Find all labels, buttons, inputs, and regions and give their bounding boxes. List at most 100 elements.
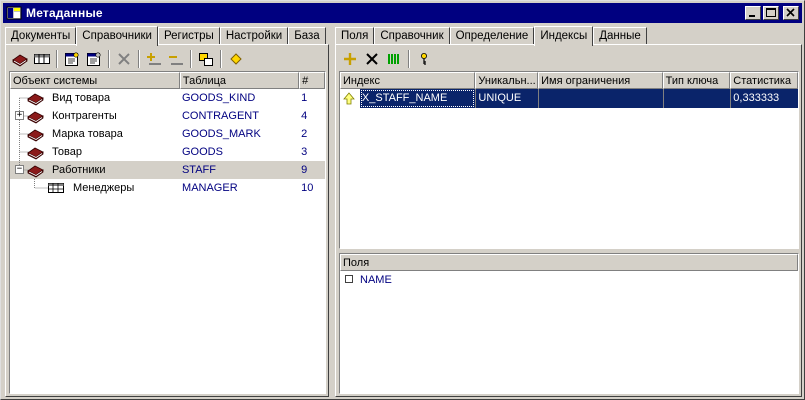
table-name-cell[interactable]: GOODS_MARK	[180, 125, 299, 143]
table-name-cell[interactable]: MANAGER	[180, 179, 299, 197]
objects-tree: Вид товара GOODS_KIND 1 + Контрагенты CONTRAG…	[10, 89, 325, 197]
object-name-cell[interactable]: − Работники	[10, 161, 180, 179]
index-row[interactable]: X_STAFF_NAME UNIQUE 0,333333	[340, 89, 798, 108]
table-name-cell[interactable]: CONTRAGENT	[180, 107, 299, 125]
col-unique[interactable]: Уникальн...	[475, 72, 539, 89]
index-key-type-cell[interactable]	[662, 89, 731, 108]
tab-settings[interactable]: Настройки	[219, 27, 289, 45]
number-cell[interactable]: 3	[299, 143, 325, 161]
key-icon[interactable]	[413, 48, 435, 70]
tab-database[interactable]: База	[288, 27, 326, 45]
columns-icon[interactable]	[383, 48, 405, 70]
object-name-cell[interactable]: Менеджеры	[10, 179, 180, 197]
toolbar-separator	[190, 50, 192, 68]
tab-data[interactable]: Данные	[593, 27, 647, 45]
tab-indexes[interactable]: Индексы	[534, 26, 594, 46]
col-number[interactable]: #	[299, 72, 325, 89]
field-row[interactable]: NAME	[340, 271, 798, 289]
objects-grid-header: Объект системы Таблица #	[10, 72, 325, 89]
number-cell[interactable]: 1	[299, 89, 325, 107]
delete-icon[interactable]	[113, 48, 135, 70]
table-icon[interactable]	[31, 48, 53, 70]
tab-documents[interactable]: Документы	[5, 27, 77, 45]
number-cell[interactable]: 4	[299, 107, 325, 125]
collapse-icon[interactable]: −	[15, 165, 24, 174]
book-icon	[26, 108, 48, 124]
remove-field-icon[interactable]	[165, 48, 187, 70]
indexes-grid-header: Индекс Уникальн... Имя ограничения Тип к…	[340, 72, 798, 89]
left-tab-strip: Документы Справочники Регистры Настройки…	[5, 25, 326, 46]
object-name-cell[interactable]: Вид товара	[10, 89, 180, 107]
object-name-cell[interactable]: Марка товара	[10, 125, 180, 143]
field-marker-icon	[340, 271, 358, 289]
table-name-cell[interactable]: GOODS_KIND	[180, 89, 299, 107]
tab-definition[interactable]: Определение	[449, 27, 535, 45]
col-system-object[interactable]: Объект системы	[10, 72, 180, 89]
col-constraint-name[interactable]: Имя ограничения	[538, 72, 663, 89]
tree-row[interactable]: Марка товара GOODS_MARK 2	[10, 125, 325, 143]
row-indicator	[340, 89, 360, 108]
col-key-type[interactable]: Тип ключа	[662, 72, 731, 89]
object-name-label: Вид товара	[52, 92, 111, 104]
index-stats-cell[interactable]: 0,333333	[730, 89, 798, 108]
delete-icon[interactable]	[361, 48, 383, 70]
right-panel: Индекс Уникальн... Имя ограничения Тип к…	[335, 44, 802, 397]
tree-row[interactable]: Вид товара GOODS_KIND 1	[10, 89, 325, 107]
col-statistics[interactable]: Статистика	[730, 72, 798, 89]
arrow-up-icon	[343, 92, 355, 105]
object-name-label: Менеджеры	[73, 182, 135, 194]
maximize-icon	[766, 8, 776, 17]
number-cell[interactable]: 2	[299, 125, 325, 143]
col-table[interactable]: Таблица	[179, 72, 300, 89]
table-icon	[47, 180, 69, 196]
table-name-cell[interactable]: GOODS	[180, 143, 299, 161]
index-constraint-cell[interactable]	[538, 89, 663, 108]
tree-row[interactable]: Товар GOODS 3	[10, 143, 325, 161]
fields-grid: Поля NAME	[339, 253, 799, 394]
object-name-cell[interactable]: + Контрагенты	[10, 107, 180, 125]
number-cell[interactable]: 10	[299, 179, 325, 197]
book-icon	[26, 144, 48, 160]
table-name-cell[interactable]: STAFF	[180, 161, 299, 179]
properties-icon[interactable]	[61, 48, 83, 70]
object-name-label: Марка товара	[52, 128, 123, 140]
toolbar-separator	[108, 50, 110, 68]
toolbar-separator	[138, 50, 140, 68]
minimize-button[interactable]	[745, 6, 761, 20]
book-icon[interactable]	[9, 48, 31, 70]
add-field-icon[interactable]	[143, 48, 165, 70]
expand-icon[interactable]: +	[15, 111, 24, 120]
minimize-icon	[749, 15, 755, 17]
fields-grid-header: Поля	[340, 254, 798, 271]
tab-reference[interactable]: Справочник	[374, 27, 450, 45]
tab-registers[interactable]: Регистры	[157, 27, 220, 45]
right-tab-strip: Поля Справочник Определение Индексы Данн…	[335, 25, 647, 46]
object-name-cell[interactable]: Товар	[10, 143, 180, 161]
tab-references[interactable]: Справочники	[76, 26, 158, 46]
add-icon[interactable]	[339, 48, 361, 70]
tree-row[interactable]: − Работники STAFF 9	[10, 161, 325, 179]
diamond-icon[interactable]	[225, 48, 247, 70]
maximize-button[interactable]	[763, 6, 779, 20]
col-index[interactable]: Индекс	[340, 72, 476, 89]
col-fields[interactable]: Поля	[340, 254, 798, 271]
tab-fields[interactable]: Поля	[335, 27, 375, 45]
right-toolbar	[339, 48, 435, 70]
move-icon[interactable]	[195, 48, 217, 70]
toolbar-separator	[220, 50, 222, 68]
toolbar-separator	[408, 50, 410, 68]
book-icon	[26, 162, 48, 178]
close-icon	[786, 8, 795, 17]
index-unique-cell[interactable]: UNIQUE	[475, 89, 539, 108]
window-title: Метаданные	[26, 6, 103, 20]
number-cell[interactable]: 9	[299, 161, 325, 179]
book-icon	[26, 126, 48, 142]
properties-alt-icon[interactable]	[83, 48, 105, 70]
object-name-label: Товар	[52, 146, 82, 158]
tree-row[interactable]: + Контрагенты CONTRAGENT 4	[10, 107, 325, 125]
index-name-cell[interactable]: X_STAFF_NAME	[359, 89, 476, 108]
close-button[interactable]	[783, 6, 799, 20]
tree-row[interactable]: Менеджеры MANAGER 10	[10, 179, 325, 197]
indexes-grid: Индекс Уникальн... Имя ограничения Тип к…	[339, 71, 799, 249]
title-bar[interactable]: Метаданные	[3, 3, 802, 23]
